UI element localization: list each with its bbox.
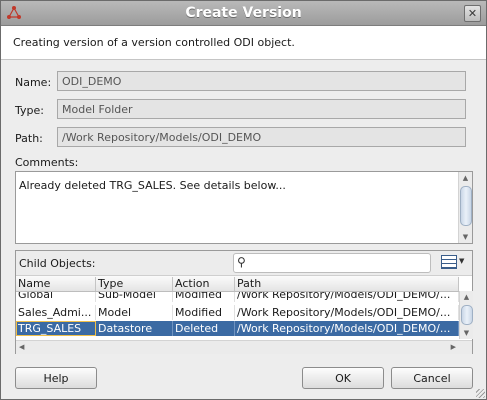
chevron-down-icon[interactable]: ▼ xyxy=(459,257,464,265)
help-button[interactable]: Help xyxy=(15,367,97,389)
comments-scrollbar[interactable]: ▲ ▼ xyxy=(458,172,472,243)
ok-button[interactable]: OK xyxy=(302,367,384,389)
column-header-path[interactable]: Path xyxy=(235,277,459,291)
scroll-up-icon[interactable]: ▲ xyxy=(459,172,472,184)
window-title: Create Version xyxy=(185,5,302,21)
child-objects-panel: Child Objects: ⚲ ▼ Name Type Action Path… xyxy=(15,250,473,354)
cell-path: /Work Repository/Models/ODI_DEMO/... xyxy=(235,321,459,336)
column-header-action[interactable]: Action xyxy=(173,277,235,291)
comments-text: Already deleted TRG_SALES. See details b… xyxy=(19,179,286,192)
column-header-name[interactable]: Name xyxy=(16,277,96,291)
cell-action: Deleted xyxy=(173,321,235,336)
dialog-header: Creating version of a version controlled… xyxy=(1,26,486,60)
cell-type: Sub-Model xyxy=(96,292,173,302)
create-version-dialog: Create Version ✕ Creating version of a v… xyxy=(0,0,487,400)
cell-path: /Work Repository/Models/ODI_DEMO/... xyxy=(235,305,459,320)
cell-action: Modified xyxy=(173,292,235,302)
title-bar[interactable]: Create Version ✕ xyxy=(1,1,486,26)
cell-action: Modified xyxy=(173,305,235,320)
table-header: Name Type Action Path xyxy=(16,276,459,292)
comments-label: Comments: xyxy=(15,156,79,169)
cell-name: TRG_SALES xyxy=(16,321,96,336)
scroll-thumb[interactable] xyxy=(460,186,472,226)
table-row[interactable]: Sales_Admi... Model Modified /Work Repos… xyxy=(16,305,459,320)
cell-name: Global xyxy=(16,292,96,302)
search-input[interactable]: ⚲ xyxy=(233,253,431,273)
scroll-right-icon[interactable]: ▶ xyxy=(451,341,456,354)
name-label: Name: xyxy=(15,76,52,89)
path-field[interactable]: /Work Repository/Models/ODI_DEMO xyxy=(57,127,466,147)
comments-textarea[interactable]: Already deleted TRG_SALES. See details b… xyxy=(15,171,473,244)
child-objects-toolbar: Child Objects: ⚲ ▼ xyxy=(16,251,472,276)
header-text: Creating version of a version controlled… xyxy=(13,36,295,49)
table-vertical-scrollbar[interactable]: ▲ ▼ xyxy=(459,291,473,339)
close-icon[interactable]: ✕ xyxy=(464,5,481,22)
cell-type: Datastore xyxy=(96,321,173,336)
scroll-down-icon[interactable]: ▼ xyxy=(460,327,473,339)
path-label: Path: xyxy=(15,132,43,145)
search-icon: ⚲ xyxy=(237,255,246,269)
type-field[interactable]: Model Folder xyxy=(57,99,466,119)
table-horizontal-scrollbar[interactable]: ◀ ▶ xyxy=(16,340,472,354)
cancel-button[interactable]: Cancel xyxy=(391,367,473,389)
column-header-type[interactable]: Type xyxy=(96,277,173,291)
resize-grip[interactable] xyxy=(476,389,485,398)
scroll-thumb[interactable] xyxy=(461,305,473,325)
child-objects-label: Child Objects: xyxy=(19,257,96,270)
cell-path: /Work Repository/Models/ODI_DEMO/... xyxy=(235,292,459,302)
cell-name: Sales_Admi... xyxy=(16,305,96,320)
scroll-up-icon[interactable]: ▲ xyxy=(460,291,473,303)
scroll-left-icon[interactable]: ◀ xyxy=(19,341,24,354)
name-field[interactable]: ODI_DEMO xyxy=(57,71,466,91)
scroll-down-icon[interactable]: ▼ xyxy=(459,231,472,243)
table-row-selected[interactable]: TRG_SALES Datastore Deleted /Work Reposi… xyxy=(16,321,459,336)
type-label: Type: xyxy=(15,104,44,117)
cell-type: Model xyxy=(96,305,173,320)
table-row[interactable]: Global Sub-Model Modified /Work Reposito… xyxy=(16,292,459,302)
table-columns-icon[interactable] xyxy=(441,255,457,269)
